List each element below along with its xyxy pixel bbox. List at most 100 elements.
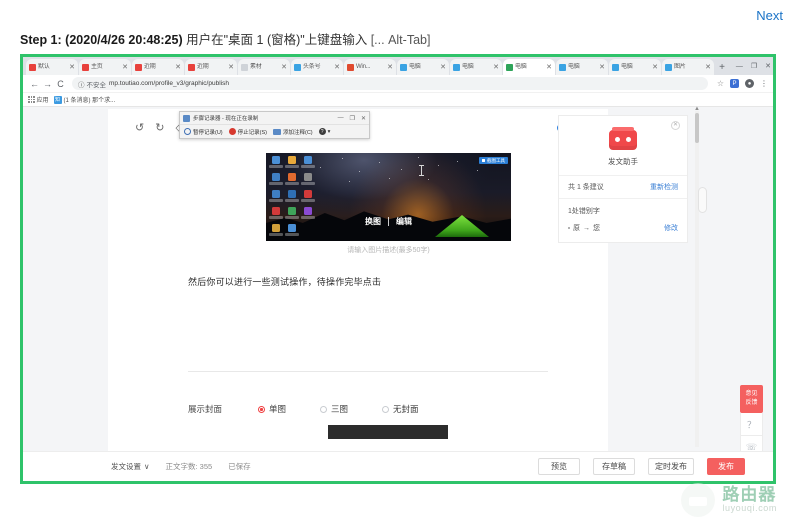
- edit-image-button[interactable]: 编辑: [396, 216, 412, 227]
- desktop-icon: [269, 156, 283, 171]
- page-scrollbar-thumb[interactable]: [695, 113, 699, 143]
- scroll-up-icon[interactable]: ▲: [694, 106, 700, 112]
- preview-button[interactable]: 预览: [538, 458, 580, 475]
- cover-option-triple[interactable]: 三图: [320, 403, 348, 415]
- article-image[interactable]: 截图工具 换图 编辑: [266, 153, 511, 241]
- browser-tab[interactable]: Win... ✕: [344, 59, 396, 75]
- back-icon[interactable]: ←: [28, 79, 41, 89]
- extension-icon[interactable]: P: [730, 79, 739, 88]
- publish-button[interactable]: 发布: [707, 458, 745, 475]
- typo-section-title: 1处错别字: [568, 208, 600, 215]
- tab-close-icon[interactable]: ✕: [175, 64, 181, 71]
- reload-icon[interactable]: C: [54, 79, 67, 89]
- tab-close-icon[interactable]: ✕: [69, 64, 75, 71]
- screenshot-tooltip[interactable]: 截图工具: [479, 157, 508, 164]
- browser-tab[interactable]: 头条号 ✕: [291, 59, 343, 75]
- browser-tab[interactable]: 近期 ✕: [185, 59, 237, 75]
- tab-close-icon[interactable]: ✕: [652, 64, 658, 71]
- tab-label: 电脑: [462, 64, 474, 70]
- maximize-icon[interactable]: ❐: [751, 62, 757, 70]
- fix-typo-button[interactable]: 修改: [664, 223, 678, 233]
- tab-close-icon[interactable]: ✕: [546, 64, 552, 71]
- assistant-typo-section: 1处错别字 原 → 您 修改: [559, 198, 687, 242]
- recheck-button[interactable]: 重新检测: [650, 182, 678, 192]
- editor-document[interactable]: 截图工具 换图 编辑 请输入图片描述(最多50字) 然后你可以进行一些测试操作，…: [123, 145, 608, 451]
- chrome-menu-icon[interactable]: ⋮: [760, 79, 768, 87]
- browser-tab-active[interactable]: 电脑 ✕: [503, 59, 555, 75]
- redo-icon[interactable]: ↻: [155, 122, 164, 134]
- recorder-minimize-icon[interactable]: —: [338, 115, 344, 121]
- close-icon[interactable]: ✕: [671, 121, 680, 130]
- tab-close-icon[interactable]: ✕: [387, 64, 393, 71]
- recorder-close-icon[interactable]: ✕: [361, 115, 366, 122]
- page-scrollbar-track[interactable]: [695, 111, 699, 447]
- panel-collapse-handle[interactable]: [698, 187, 707, 213]
- cover-option-single[interactable]: 单图: [258, 403, 286, 415]
- browser-tab[interactable]: 电脑 ✕: [397, 59, 449, 75]
- tab-label: 默认: [38, 64, 50, 70]
- help-button[interactable]: ？: [740, 413, 763, 436]
- stop-record-button[interactable]: 停止记录(S): [228, 128, 267, 136]
- tab-close-icon[interactable]: ✕: [705, 64, 711, 71]
- image-caption-input[interactable]: 请输入图片描述(最多50字): [266, 245, 511, 255]
- help-icon: ?: [318, 128, 326, 135]
- feedback-button[interactable]: 意见 反馈: [740, 385, 763, 413]
- minimize-icon[interactable]: —: [736, 63, 743, 70]
- desktop-icon: [301, 173, 315, 188]
- browser-tab[interactable]: 素材 ✕: [238, 59, 290, 75]
- tab-label: 素材: [250, 64, 262, 70]
- bookmark-apps[interactable]: 应用: [28, 95, 49, 104]
- browser-tab[interactable]: 默认 ✕: [26, 59, 78, 75]
- cover-option-none[interactable]: 无封面: [382, 403, 419, 415]
- tab-close-icon[interactable]: ✕: [599, 64, 605, 71]
- article-paragraph[interactable]: 然后你可以进行一些测试操作，待操作完毕点击: [188, 275, 381, 288]
- browser-tab[interactable]: 电脑 ✕: [450, 59, 502, 75]
- close-window-icon[interactable]: ✕: [765, 62, 771, 70]
- desktop-icon: [301, 190, 315, 205]
- address-bar[interactable]: ⓘ 不安全 mp.toutiao.com/profile_v3/graphic/…: [72, 77, 708, 90]
- typo-to: 您: [593, 225, 600, 232]
- publish-settings-button[interactable]: 发文设置 ∨: [111, 461, 150, 472]
- bookmark-item[interactable]: 知 (1 条消息) 那个求...: [53, 95, 115, 104]
- assistant-name: 发文助手: [608, 157, 638, 166]
- next-link[interactable]: Next: [756, 8, 783, 23]
- undo-icon[interactable]: ↺: [135, 122, 144, 134]
- tab-label: Win...: [356, 64, 371, 70]
- new-tab-button[interactable]: +: [715, 59, 729, 75]
- browser-tab[interactable]: 电脑 ✕: [609, 59, 661, 75]
- profile-avatar-icon[interactable]: ●: [745, 79, 754, 88]
- recorder-titlebar[interactable]: 步骤记录器 - 现在正在录制 — ❐ ✕: [180, 112, 369, 124]
- cover-thumbnail[interactable]: [328, 425, 448, 439]
- desktop-icon: [285, 173, 299, 188]
- recorder-window-controls: — ❐ ✕: [338, 115, 366, 122]
- recorder-maximize-icon[interactable]: ❐: [350, 115, 355, 122]
- forward-icon[interactable]: →: [41, 79, 54, 89]
- cover-option-label: 三图: [331, 404, 349, 414]
- recorder-app-icon: [183, 114, 190, 122]
- text-cursor-icon: [419, 165, 424, 176]
- tab-close-icon[interactable]: ✕: [440, 64, 446, 71]
- watermark-text: 路由器 luyouqi.com: [722, 486, 777, 513]
- browser-tab[interactable]: 电脑 ✕: [556, 59, 608, 75]
- recorder-help-button[interactable]: ? ▾: [318, 128, 330, 135]
- address-url: mp.toutiao.com/profile_v3/graphic/publis…: [109, 80, 229, 87]
- browser-tab[interactable]: 图片 ✕: [662, 59, 714, 75]
- bookmark-star-icon[interactable]: ☆: [717, 79, 724, 88]
- bookmark-label: 应用: [36, 98, 49, 104]
- add-comment-button[interactable]: 添加注释(C): [272, 128, 313, 136]
- tab-close-icon[interactable]: ✕: [281, 64, 287, 71]
- tab-close-icon[interactable]: ✕: [334, 64, 340, 71]
- change-image-button[interactable]: 换图: [365, 216, 381, 227]
- steps-recorder-dialog[interactable]: 步骤记录器 - 现在正在录制 — ❐ ✕ 暂停记录(U) 停止记录(S) 添加注…: [179, 111, 370, 139]
- schedule-publish-button[interactable]: 定时发布: [648, 458, 694, 475]
- browser-tab[interactable]: 主页 ✕: [79, 59, 131, 75]
- radio-icon: [382, 405, 390, 413]
- chevron-down-icon: ∨: [144, 462, 150, 471]
- tab-close-icon[interactable]: ✕: [228, 64, 234, 71]
- save-draft-button[interactable]: 存草稿: [593, 458, 635, 475]
- article-editor: ↺ ↻ ◇ H B 🔗 ▭ ▥ ◇ ▤ P 图文: [123, 109, 608, 451]
- tab-close-icon[interactable]: ✕: [493, 64, 499, 71]
- pause-record-button[interactable]: 暂停记录(U): [184, 128, 223, 136]
- tab-close-icon[interactable]: ✕: [122, 64, 128, 71]
- browser-tab[interactable]: 近期 ✕: [132, 59, 184, 75]
